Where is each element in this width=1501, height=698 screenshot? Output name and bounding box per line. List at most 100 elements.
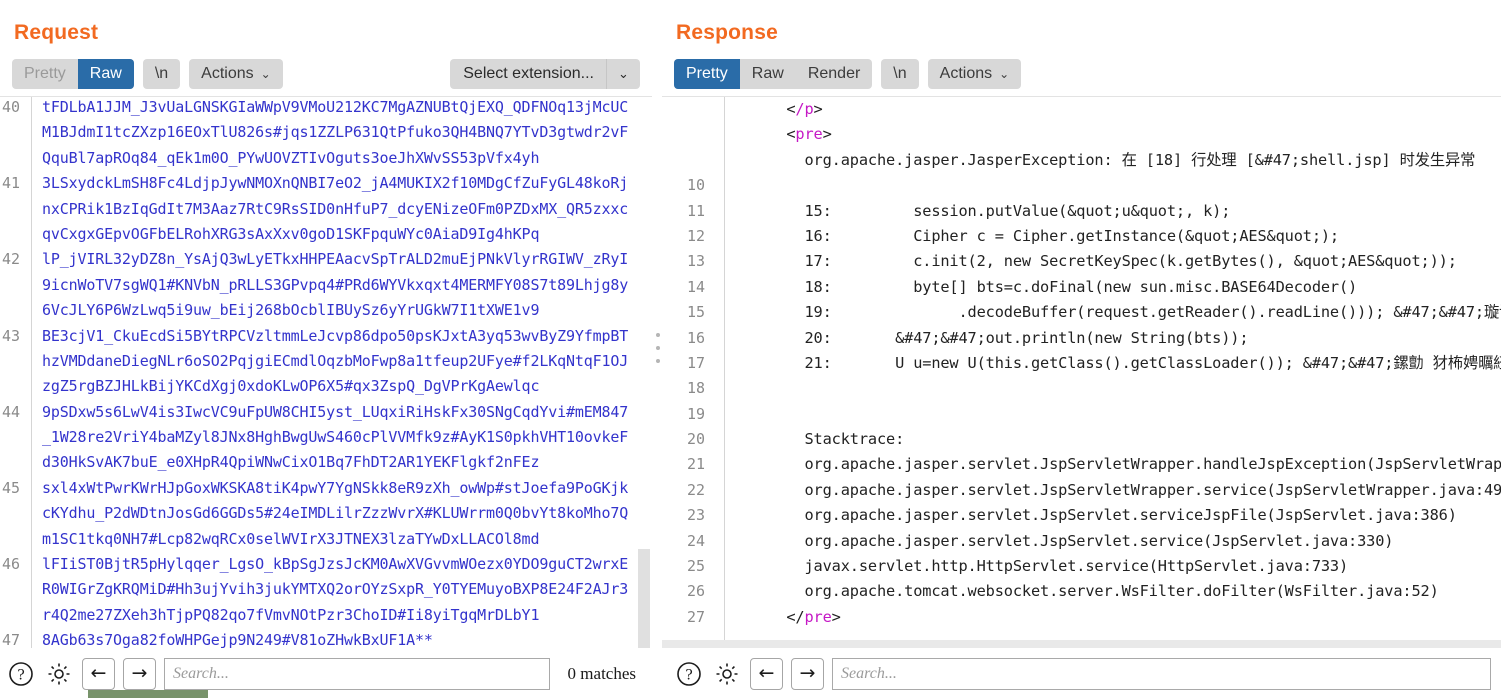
line-text: 18: byte[] bts=c.doFinal(new sun.misc.BA… bbox=[716, 275, 1501, 300]
response-bottom-strip bbox=[662, 640, 1501, 648]
code-line: 25 javax.servlet.http.HttpServlet.servic… bbox=[662, 554, 1501, 579]
code-token: 16: Cipher c = Cipher.getInstance(&quot;… bbox=[804, 226, 1339, 245]
response-tab-pretty[interactable]: Pretty bbox=[674, 59, 740, 89]
line-text: BE3cjV1_CkuEcdSi5BYtRPCVzltmmLeJcvp86dpo… bbox=[42, 326, 629, 345]
code-line: 11 15: session.putValue(&quot;u&quot;, k… bbox=[662, 199, 1501, 224]
line-number: 16 bbox=[686, 328, 705, 347]
line-text: org.apache.tomcat.websocket.server.WsFil… bbox=[716, 579, 1501, 604]
code-token: > bbox=[831, 607, 841, 626]
code-line: </p> bbox=[662, 97, 1501, 122]
code-line: d30HkSvAK7buE_e0XHpR4QpiWNwCixO1Bq7FhDT2… bbox=[0, 450, 652, 475]
line-text: d30HkSvAK7buE_e0XHpR4QpiWNwCixO1Bq7FhDT2… bbox=[42, 453, 540, 472]
line-number: 13 bbox=[686, 252, 705, 271]
request-code-area: 40 tFDLbA1JJM_J3vUaLGNSKGIaWWpV9VMoU212KC… bbox=[0, 97, 652, 648]
help-icon[interactable]: ? bbox=[6, 659, 36, 689]
line-text: tFDLbA1JJM_J3vUaLGNSKGIaWWpV9VMoU212KC7M… bbox=[42, 98, 629, 116]
request-editor[interactable]: 40 tFDLbA1JJM_J3vUaLGNSKGIaWWpV9VMoU212KC… bbox=[0, 96, 652, 648]
request-newline-button[interactable]: \n bbox=[143, 59, 180, 89]
request-vertical-scrollbar[interactable] bbox=[638, 549, 650, 648]
line-text: 3LSxydckLmSH8Fc4LdjpJywNMOXnQNBI7eO2_jA4… bbox=[42, 174, 629, 193]
line-number: 18 bbox=[686, 379, 705, 398]
search-next-button[interactable]: → bbox=[791, 657, 824, 690]
request-match-count: 0 matches bbox=[567, 663, 636, 683]
response-code-area: </p> <pre> org.apache.jasper.JasperExcep… bbox=[662, 97, 1501, 630]
code-token: 19: .decodeBuffer(request.getReader().re… bbox=[804, 303, 1501, 322]
code-line: 19 bbox=[662, 402, 1501, 427]
svg-text:?: ? bbox=[17, 667, 25, 683]
code-line: 42 lP_jVIRL32yDZ8n_YsAjQ3wLyETkxHHPEAacvS… bbox=[0, 247, 652, 272]
gear-icon[interactable] bbox=[44, 659, 74, 689]
line-number: 40 bbox=[1, 98, 20, 116]
response-tab-raw[interactable]: Raw bbox=[740, 59, 796, 89]
code-line: cKYdhu_P2dWDtnJosGd6GGDs5#24eIMDLilrZzzW… bbox=[0, 501, 652, 526]
line-number: 24 bbox=[686, 531, 705, 550]
splitter-drag-handle[interactable] bbox=[655, 333, 660, 363]
line-text: zgZ5rgBZJHLkBijYKCdXgj0xdoKLwOP6X5#qx3Zs… bbox=[42, 377, 540, 396]
help-icon[interactable]: ? bbox=[674, 659, 704, 689]
code-line: org.apache.jasper.JasperException: 在 [18… bbox=[662, 148, 1501, 173]
response-tab-render[interactable]: Render bbox=[796, 59, 872, 89]
chevron-down-icon: ⌄ bbox=[606, 59, 640, 89]
line-text: 15: session.putValue(&quot;u&quot;, k); bbox=[716, 199, 1501, 224]
response-actions-group: Actions ⌄ bbox=[927, 59, 1022, 89]
request-search-input[interactable] bbox=[164, 657, 550, 690]
code-line: 43 BE3cjV1_CkuEcdSi5BYtRPCVzltmmLeJcvp86d… bbox=[0, 324, 652, 349]
line-text: cKYdhu_P2dWDtnJosGd6GGDs5#24eIMDLilrZzzW… bbox=[42, 504, 629, 523]
code-token: pre bbox=[804, 607, 832, 626]
code-line: 47 8AGb63s7Oga82foWHPGejp9N249#V81oZHwkBx… bbox=[0, 628, 652, 648]
request-actions-button[interactable]: Actions ⌄ bbox=[189, 59, 283, 89]
line-text: hzVMDdaneDiegNLr6oSO2PqjgiECmdlOqzbMoFwp… bbox=[42, 351, 629, 370]
line-text: </pre> bbox=[716, 605, 1501, 630]
code-token: Stacktrace: bbox=[804, 430, 905, 449]
response-newline-group: \n bbox=[881, 59, 919, 89]
line-text: sxl4xWtPwrKWrHJpGoxWKSKA8tiK4pwY7YgNSkk8… bbox=[42, 478, 629, 497]
line-number: 14 bbox=[686, 277, 705, 296]
code-line: 14 18: byte[] bts=c.doFinal(new sun.misc… bbox=[662, 275, 1501, 300]
gear-icon[interactable] bbox=[712, 659, 742, 689]
line-text: </p> bbox=[716, 97, 1501, 122]
search-next-button[interactable]: → bbox=[123, 657, 156, 690]
request-actions-label: Actions bbox=[201, 65, 254, 82]
code-token: pre bbox=[795, 125, 823, 144]
panel-splitter[interactable] bbox=[652, 0, 662, 698]
line-text: R0WIGrZgKRQMiD#Hh3ujYvih3jukYMTXQ2orOYzS… bbox=[42, 580, 629, 599]
select-extension-dropdown[interactable]: Select extension... ⌄ bbox=[450, 59, 640, 89]
line-text: 20: &#47;&#47;out.println(new String(bts… bbox=[716, 326, 1501, 351]
code-token: org.apache.tomcat.websocket.server.WsFil… bbox=[804, 582, 1439, 601]
line-text: nxCPRik1BzIqGdIt7M3Aaz7RtC9RsSID0nHfuP7_… bbox=[42, 199, 629, 218]
code-line: 45 sxl4xWtPwrKWrHJpGoxWKSKA8tiK4pwY7YgNSk… bbox=[0, 476, 652, 501]
line-text: r4Q2me27ZXeh3hTjpPQ82qo7fVmvNOtPzr3ChoID… bbox=[42, 605, 540, 624]
line-number: 45 bbox=[1, 478, 20, 497]
line-number: 20 bbox=[686, 430, 705, 449]
line-number: 26 bbox=[686, 582, 705, 601]
code-line: m1SC1tkq0NH7#Lcp82wqRCx0selWVIrX3JTNEX3l… bbox=[0, 527, 652, 552]
code-line: 12 16: Cipher c = Cipher.getInstance(&qu… bbox=[662, 224, 1501, 249]
line-number: 43 bbox=[1, 326, 20, 345]
code-token: org.apache.jasper.JasperException: 在 [18… bbox=[804, 150, 1476, 169]
request-panel-title: Request bbox=[14, 21, 99, 44]
line-number: 23 bbox=[686, 506, 705, 525]
line-number: 27 bbox=[686, 607, 705, 626]
request-tab-pretty[interactable]: Pretty bbox=[12, 59, 78, 89]
search-prev-button[interactable]: ← bbox=[750, 657, 783, 690]
line-number: 22 bbox=[686, 480, 705, 499]
response-newline-button[interactable]: \n bbox=[881, 59, 918, 89]
taskbar-thumbnail bbox=[88, 690, 208, 698]
line-text: M1BJdmI1tcZXzp16EOxTlU826s#jqs1ZZLP631Qt… bbox=[42, 123, 629, 142]
line-text: <pre> bbox=[716, 122, 1501, 147]
request-view-mode-group: Pretty Raw bbox=[12, 59, 134, 89]
response-actions-button[interactable]: Actions ⌄ bbox=[928, 59, 1022, 89]
line-number: 11 bbox=[686, 201, 705, 220]
code-token: /p bbox=[795, 100, 814, 118]
response-editor[interactable]: </p> <pre> org.apache.jasper.JasperExcep… bbox=[662, 96, 1501, 648]
code-line: 18 bbox=[662, 376, 1501, 401]
code-line: nxCPRik1BzIqGdIt7M3Aaz7RtC9RsSID0nHfuP7_… bbox=[0, 197, 652, 222]
request-tab-raw[interactable]: Raw bbox=[77, 59, 134, 89]
line-text: 19: .decodeBuffer(request.getReader().re… bbox=[716, 300, 1501, 325]
code-line: 16 20: &#47;&#47;out.println(new String(… bbox=[662, 326, 1501, 351]
line-text: org.apache.jasper.JasperException: 在 [18… bbox=[716, 148, 1501, 173]
code-token: 18: byte[] bts=c.doFinal(new sun.misc.BA… bbox=[804, 277, 1358, 296]
response-search-input[interactable] bbox=[832, 657, 1491, 690]
search-prev-button[interactable]: ← bbox=[82, 657, 115, 690]
line-text: 16: Cipher c = Cipher.getInstance(&quot;… bbox=[716, 224, 1501, 249]
